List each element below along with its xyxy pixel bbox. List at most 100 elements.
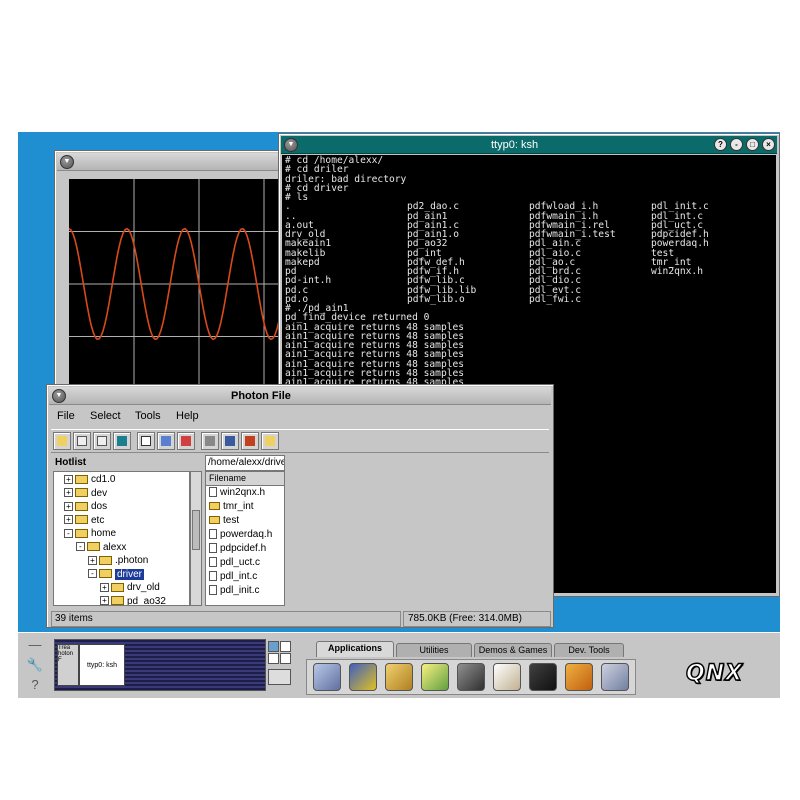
minimize-icon[interactable]: - bbox=[730, 138, 743, 151]
wrench-icon[interactable]: 🔧 bbox=[25, 657, 45, 673]
ls-entry: pdfw_lib.o bbox=[407, 293, 465, 305]
expand-icon[interactable]: + bbox=[88, 555, 97, 565]
tree-item[interactable]: + cd1.0 bbox=[64, 473, 115, 487]
home-button[interactable] bbox=[241, 432, 259, 450]
tree-item[interactable]: - alexx bbox=[76, 541, 126, 555]
workspace-2[interactable] bbox=[280, 641, 291, 652]
tree-item[interactable]: + drv_old bbox=[100, 581, 160, 595]
document-icon bbox=[209, 487, 217, 498]
window-menu-icon[interactable]: ▼ bbox=[52, 389, 66, 403]
expand-icon[interactable]: + bbox=[64, 474, 73, 484]
tree-item-label: drv_old bbox=[127, 582, 160, 593]
close-icon[interactable]: × bbox=[762, 138, 775, 151]
tree-item-label: pd_ao32 bbox=[127, 595, 166, 606]
document-icon bbox=[209, 543, 217, 554]
help-book-icon[interactable] bbox=[349, 663, 377, 691]
calculator-icon[interactable] bbox=[529, 663, 557, 691]
help-icon[interactable]: ? bbox=[714, 138, 727, 151]
tree-item[interactable]: + etc bbox=[64, 514, 104, 528]
file-list-item[interactable]: pdpcidef.h bbox=[206, 542, 284, 556]
file-list[interactable]: Filename win2qnx.h tmr_int test powerdaq.h p… bbox=[205, 471, 285, 606]
icons-view-icon bbox=[161, 436, 171, 446]
task-button-file-manager[interactable]: Trea hoton F bbox=[57, 644, 79, 686]
task-button-terminal[interactable]: ttyp0: ksh bbox=[79, 644, 125, 686]
file-name: win2qnx.h bbox=[220, 487, 266, 498]
path-field[interactable]: /home/alexx/driver bbox=[205, 455, 285, 471]
tree-item[interactable]: + pd_ao32 bbox=[100, 595, 166, 606]
tab-dev-tools[interactable]: Dev. Tools bbox=[554, 643, 624, 657]
copy-button[interactable] bbox=[93, 432, 111, 450]
directory-tree[interactable]: + cd1.0 + dev + dos + etc - home - alexx + .photon - dr… bbox=[53, 471, 190, 606]
ls-row: pd.o pdfw_lib.o pdl_fwi.c bbox=[285, 293, 773, 305]
expand-icon[interactable]: + bbox=[64, 515, 73, 525]
tree-item-label: home bbox=[91, 528, 117, 539]
menu-select[interactable]: Select bbox=[90, 410, 121, 422]
workspace-3[interactable] bbox=[268, 653, 279, 664]
expand-icon[interactable]: + bbox=[100, 596, 109, 605]
view-details-button[interactable] bbox=[177, 432, 195, 450]
tree-item[interactable]: + .photon bbox=[88, 554, 148, 568]
expand-icon[interactable]: + bbox=[64, 501, 73, 511]
help-icon[interactable]: ? bbox=[25, 677, 45, 693]
tab-utilities[interactable]: Utilities bbox=[396, 643, 472, 657]
package-icon[interactable] bbox=[565, 663, 593, 691]
status-item-count: 39 items bbox=[51, 611, 401, 627]
workspace-pager[interactable] bbox=[268, 641, 292, 691]
scrollbar-thumb[interactable] bbox=[192, 510, 200, 550]
file-list-item[interactable]: tmr_int bbox=[206, 500, 284, 514]
file-list-item[interactable]: pdl_int.c bbox=[206, 570, 284, 584]
workspace-4[interactable] bbox=[280, 653, 291, 664]
cut-button[interactable] bbox=[73, 432, 91, 450]
calendar-icon[interactable] bbox=[493, 663, 521, 691]
menu-tools[interactable]: Tools bbox=[135, 410, 161, 422]
printer-icon[interactable] bbox=[457, 663, 485, 691]
up-folder-button[interactable] bbox=[261, 432, 279, 450]
file-list-item[interactable]: pdl_init.c bbox=[206, 584, 284, 598]
terminal-titlebar[interactable]: ▼ ttyp0: ksh ? - □ × bbox=[281, 136, 777, 154]
file-name: pdpcidef.h bbox=[220, 543, 267, 554]
collapse-icon[interactable]: - bbox=[88, 569, 97, 579]
expand-icon[interactable]: + bbox=[100, 582, 109, 592]
copy-icon bbox=[97, 436, 107, 446]
file-manager-titlebar[interactable]: ▼ Photon File bbox=[49, 387, 551, 405]
bookmark-button[interactable] bbox=[201, 432, 219, 450]
collapse-icon[interactable]: - bbox=[76, 542, 85, 552]
file-name: pdl_int.c bbox=[220, 571, 258, 582]
collapse-icon[interactable]: - bbox=[64, 528, 73, 538]
terminal-button[interactable] bbox=[113, 432, 131, 450]
bookmark-icon bbox=[205, 436, 215, 446]
tree-scrollbar[interactable] bbox=[190, 471, 202, 606]
computer-icon[interactable] bbox=[313, 663, 341, 691]
list-icon bbox=[141, 436, 151, 446]
view-list-button[interactable] bbox=[137, 432, 155, 450]
menu-file[interactable]: File bbox=[57, 410, 75, 422]
installer-icon[interactable] bbox=[385, 663, 413, 691]
menu-help[interactable]: Help bbox=[176, 410, 199, 422]
minimize-shelf-icon[interactable]: — bbox=[25, 637, 45, 653]
tab-applications[interactable]: Applications bbox=[316, 641, 394, 657]
window-menu-icon[interactable]: ▼ bbox=[284, 138, 298, 152]
tree-item[interactable]: + dev bbox=[64, 487, 107, 501]
expand-icon[interactable]: + bbox=[64, 488, 73, 498]
workspace-1[interactable] bbox=[268, 641, 279, 652]
file-list-item[interactable]: win2qnx.h bbox=[206, 486, 284, 500]
notes-icon[interactable] bbox=[421, 663, 449, 691]
ls-entry: makepd bbox=[285, 256, 320, 268]
find-button[interactable] bbox=[221, 432, 239, 450]
new-folder-button[interactable] bbox=[53, 432, 71, 450]
window-list-icon[interactable] bbox=[268, 669, 291, 685]
file-list-item[interactable]: pdl_uct.c bbox=[206, 556, 284, 570]
window-menu-icon[interactable]: ▼ bbox=[60, 155, 74, 169]
settings-icon[interactable] bbox=[601, 663, 629, 691]
tab-demos-games[interactable]: Demos & Games bbox=[474, 643, 552, 657]
tree-item[interactable]: - home bbox=[64, 527, 116, 541]
maximize-icon[interactable]: □ bbox=[746, 138, 759, 151]
filename-column-header[interactable]: Filename bbox=[206, 472, 284, 486]
tree-item[interactable]: - driver bbox=[88, 568, 145, 582]
file-list-item[interactable]: test bbox=[206, 514, 284, 528]
tree-item[interactable]: + dos bbox=[64, 500, 107, 514]
document-icon bbox=[209, 557, 217, 568]
home-icon bbox=[245, 436, 255, 446]
file-list-item[interactable]: powerdaq.h bbox=[206, 528, 284, 542]
view-icons-button[interactable] bbox=[157, 432, 175, 450]
